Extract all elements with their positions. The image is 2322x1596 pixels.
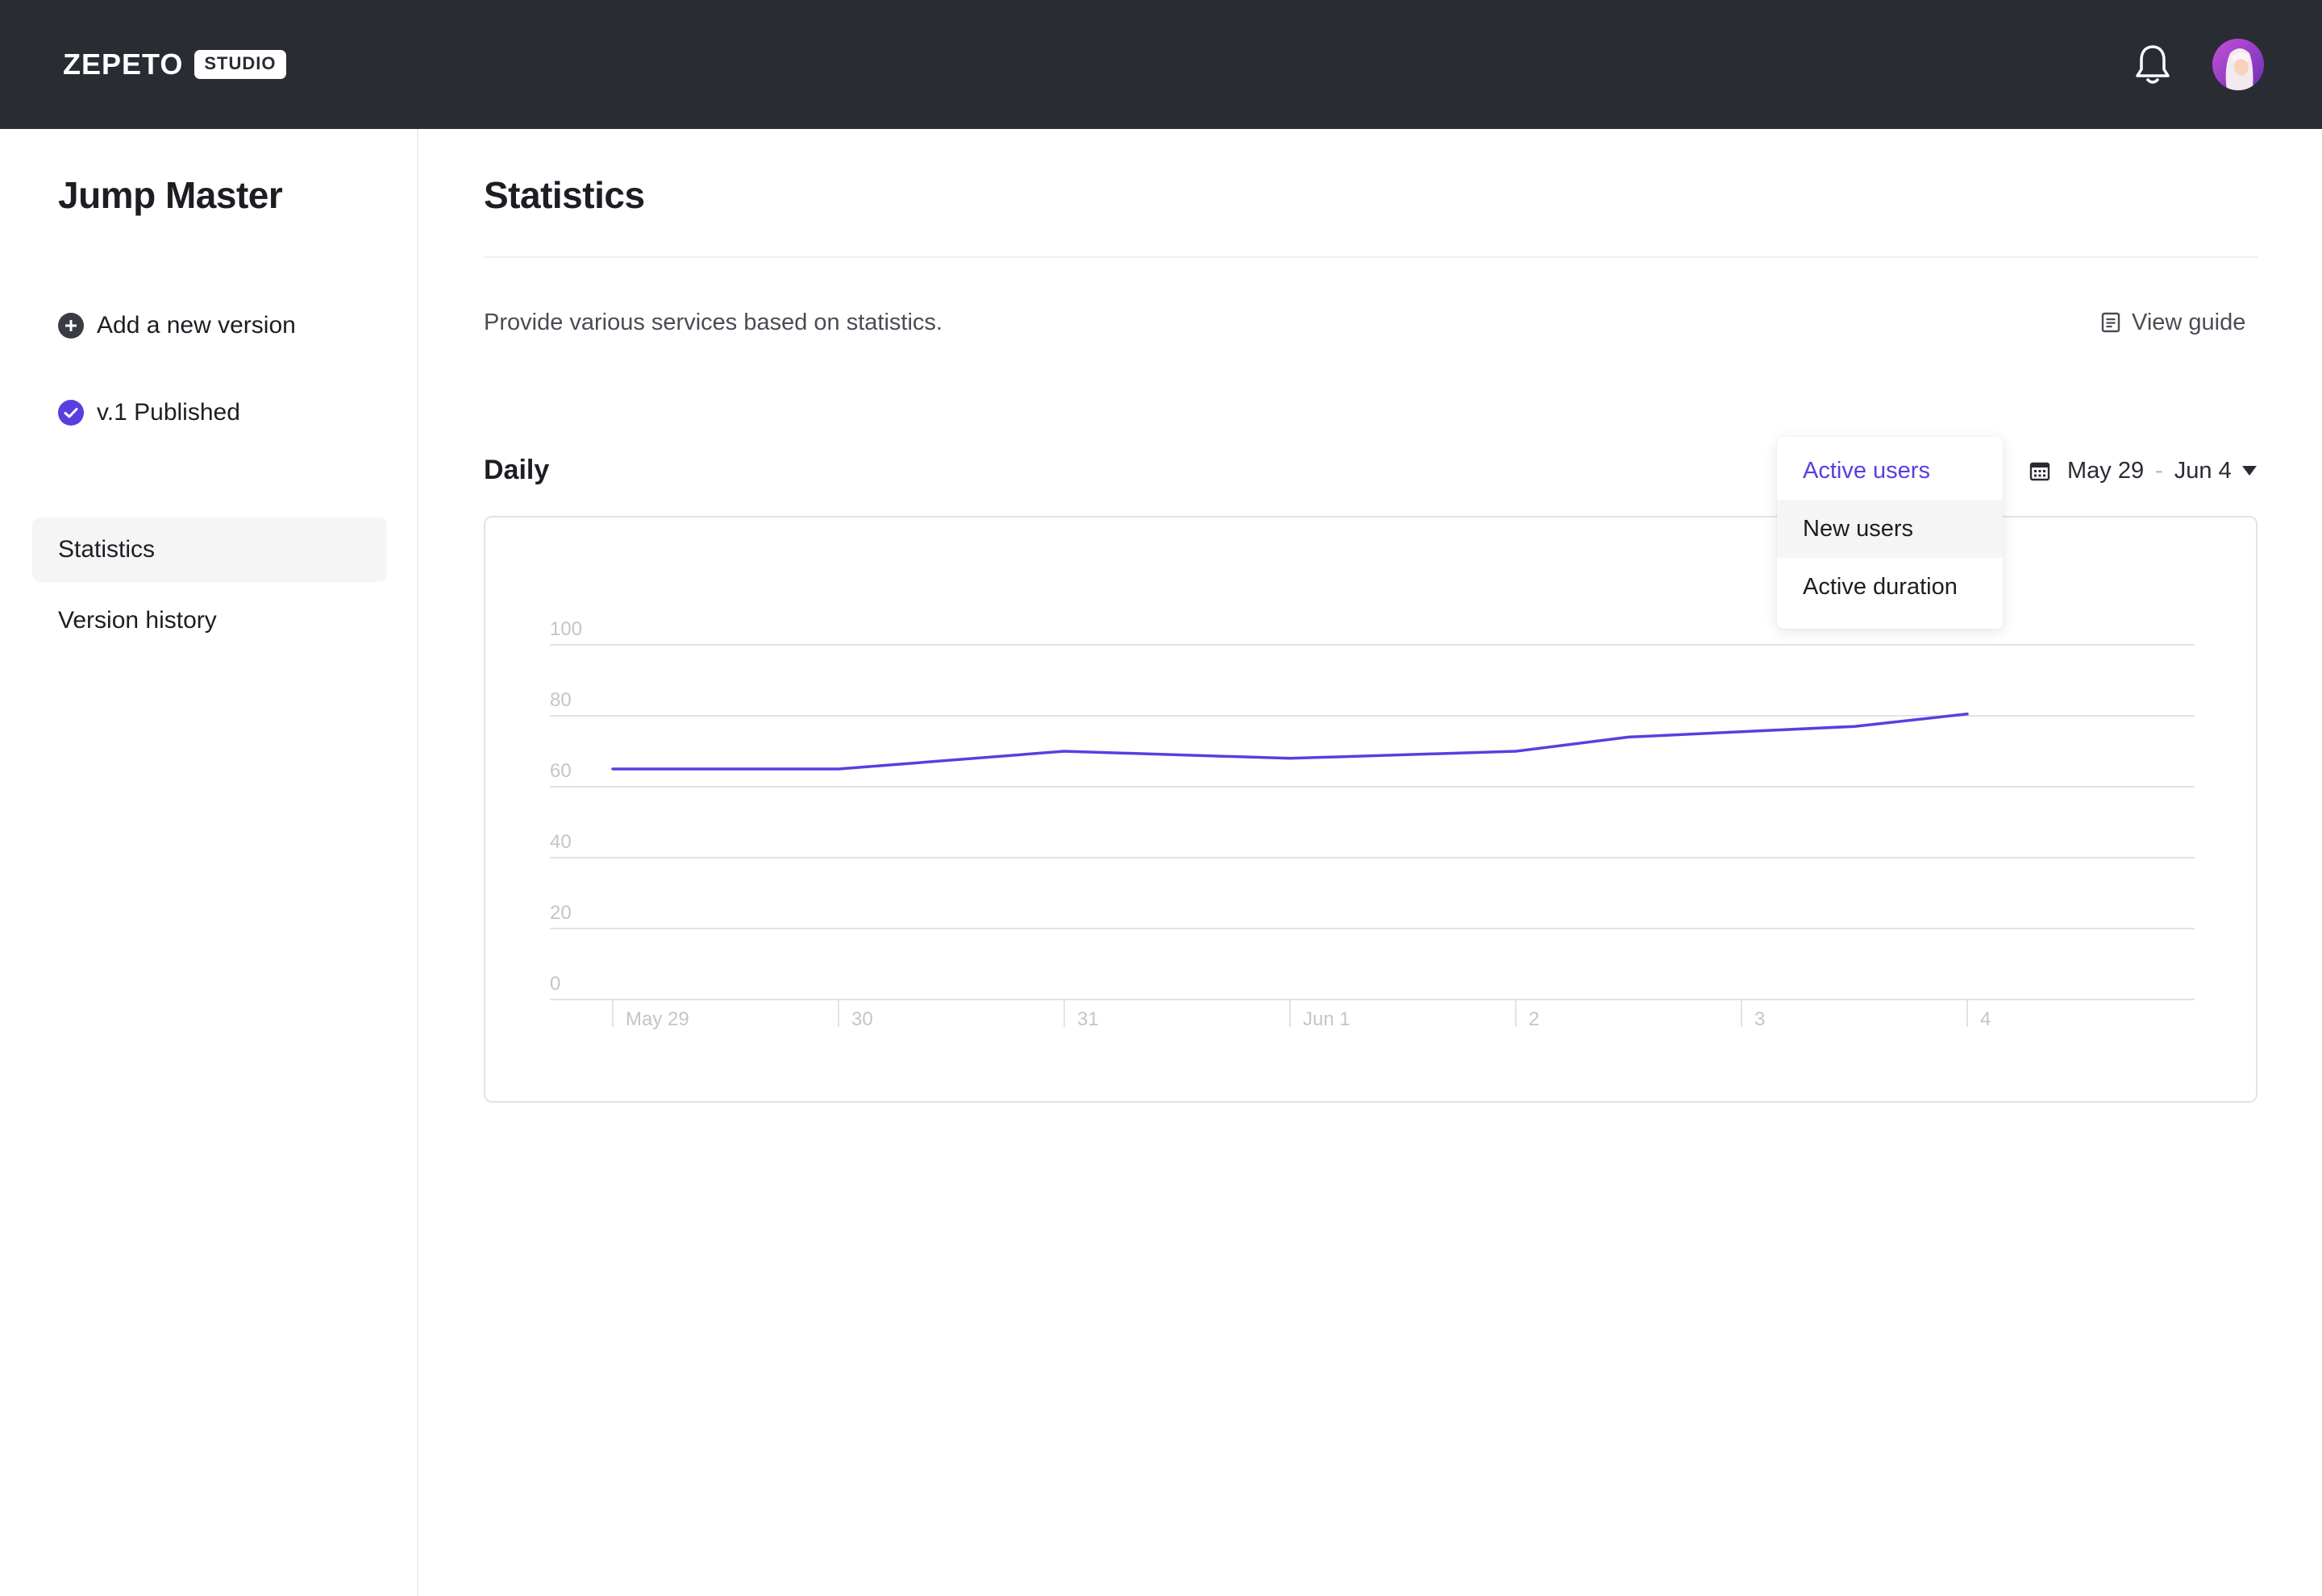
dropdown-option-new-users[interactable]: New users [1777, 500, 2003, 558]
caret-down-icon [2241, 466, 2257, 476]
page-description: Provide various services based on statis… [484, 310, 943, 335]
section-title-daily: Daily [484, 455, 550, 485]
x-tick-label: 4 [1980, 1008, 1991, 1030]
x-tick-label: 3 [1754, 1008, 1765, 1030]
x-tick-label: 30 [851, 1008, 873, 1030]
x-tick-label: 2 [1529, 1008, 1539, 1030]
date-range-start: May 29 [2067, 457, 2145, 484]
plus-circle-icon [58, 313, 84, 339]
calendar-icon [2029, 462, 2050, 481]
y-tick-label: 40 [550, 831, 572, 853]
view-guide-link[interactable]: View guide [2099, 305, 2245, 340]
project-title: Jump Master [58, 174, 283, 216]
published-label: v.1 Published [97, 399, 240, 426]
dropdown-option-active-duration[interactable]: Active duration [1777, 558, 2003, 616]
metric-dropdown-menu: Active users New users Active duration [1777, 437, 2003, 629]
date-range-picker[interactable]: May 29 - Jun 4 [2029, 453, 2258, 488]
view-guide-label: View guide [2132, 309, 2246, 335]
y-tick-label: 20 [550, 902, 572, 924]
date-range-separator: - [2155, 457, 2163, 484]
y-tick-label: 100 [550, 618, 582, 640]
add-version-button[interactable]: Add a new version [58, 308, 296, 343]
logo-badge: STUDIO [194, 50, 286, 79]
bell-icon[interactable] [2128, 40, 2177, 89]
check-circle-icon [58, 400, 84, 426]
sidebar-item-version-history[interactable]: Version history [32, 588, 387, 653]
published-version-item[interactable]: v.1 Published [58, 395, 240, 430]
document-icon [2101, 312, 2120, 333]
top-bar: ZEPETO STUDIO [0, 0, 2322, 129]
title-divider [484, 256, 2258, 258]
y-tick-label: 0 [550, 973, 560, 995]
add-version-label: Add a new version [97, 312, 296, 339]
sidebar: Jump Master Add a new version v.1 Publis… [0, 129, 418, 1596]
dropdown-option-active-users[interactable]: Active users [1777, 442, 2003, 500]
user-avatar[interactable] [2212, 39, 2264, 90]
logo-text: ZEPETO [63, 48, 184, 81]
x-tick-label: May 29 [626, 1008, 689, 1030]
date-range-end: Jun 4 [2174, 457, 2232, 484]
y-tick-label: 80 [550, 689, 572, 711]
page-title: Statistics [484, 174, 645, 216]
sidebar-item-statistics[interactable]: Statistics [32, 517, 387, 582]
y-tick-label: 60 [550, 760, 572, 782]
x-tick-label: 31 [1077, 1008, 1099, 1030]
series-line-active-users [611, 713, 1969, 771]
x-tick-label: Jun 1 [1303, 1008, 1350, 1030]
zepeto-studio-logo[interactable]: ZEPETO STUDIO [63, 47, 286, 82]
